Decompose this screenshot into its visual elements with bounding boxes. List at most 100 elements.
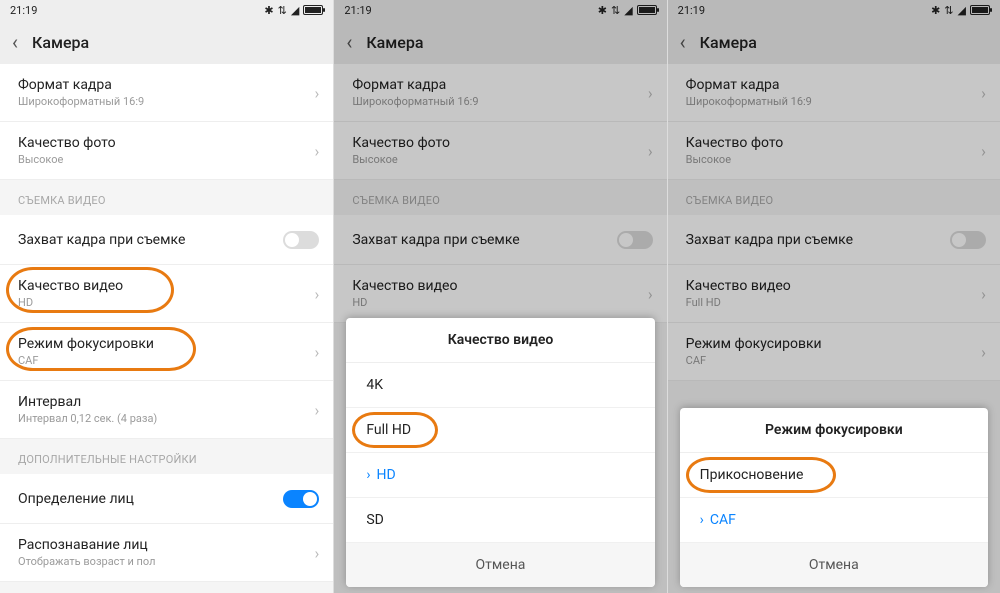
toggle-off-icon[interactable]: [283, 231, 319, 249]
dialog-option-caf[interactable]: ›CAF: [680, 498, 988, 543]
dialog-option-4k[interactable]: 4K: [346, 363, 654, 408]
status-bar: 21:19 ✱ ⇅ ◢: [668, 0, 1000, 20]
setting-photo-quality[interactable]: Качество фото Высокое ›: [0, 122, 333, 180]
dialog-option-sd[interactable]: SD: [346, 498, 654, 543]
setting-focus-mode[interactable]: Режим фокусировки CAF ›: [0, 323, 333, 381]
setting-label: Определение лиц: [18, 491, 299, 507]
setting-frame-format[interactable]: Формат кадра Широкоформатный 16:9 ›: [668, 64, 1000, 122]
section-header-extra: ДОПОЛНИТЕЛЬНЫЕ НАСТРОЙКИ: [0, 439, 333, 474]
setting-label: Качество видео: [352, 278, 632, 294]
setting-value: Отображать возраст и пол: [18, 555, 299, 568]
chevron-right-icon: ›: [315, 342, 320, 361]
setting-label: Формат кадра: [352, 77, 632, 93]
setting-label: Распознавание лиц: [18, 537, 299, 553]
battery-icon: [970, 5, 990, 15]
bluetooth-icon: ✱: [264, 4, 273, 17]
setting-photo-quality[interactable]: Качество фото Высокое ›: [334, 122, 666, 180]
phone-screen-1: 21:19 ✱ ⇅ ◢ ‹ Камера Формат кадра Широко…: [0, 0, 333, 593]
setting-interval[interactable]: Интервал Интервал 0,12 сек. (4 раза) ›: [0, 381, 333, 439]
status-time: 21:19: [678, 4, 705, 17]
setting-value: Full HD: [686, 296, 966, 309]
chevron-right-icon: ›: [981, 83, 986, 102]
setting-value: Широкоформатный 16:9: [352, 95, 632, 108]
setting-label: Захват кадра при съемке: [686, 232, 966, 248]
setting-value: Широкоформатный 16:9: [18, 95, 299, 108]
setting-label: Качество фото: [18, 135, 299, 151]
setting-video-quality[interactable]: Качество видео Full HD ›: [668, 265, 1000, 323]
phone-screen-3: 21:19 ✱ ⇅ ◢ ‹ Камера Формат кадра Широко…: [667, 0, 1000, 593]
setting-focus-mode[interactable]: Режим фокусировки CAF ›: [668, 323, 1000, 381]
dialog-option-label: CAF: [710, 512, 736, 528]
setting-face-detect[interactable]: Определение лиц: [0, 474, 333, 524]
page-title: Камера: [32, 33, 89, 52]
setting-value: HD: [352, 296, 632, 309]
setting-value: Высокое: [686, 153, 966, 166]
dialog-title: Режим фокусировки: [680, 408, 988, 453]
back-icon[interactable]: ‹: [12, 32, 18, 52]
setting-label: Качество фото: [352, 135, 632, 151]
setting-photo-quality[interactable]: Качество фото Высокое ›: [668, 122, 1000, 180]
dialog-option-hd[interactable]: ›HD: [346, 453, 654, 498]
bluetooth-icon: ✱: [931, 4, 940, 17]
status-time: 21:19: [344, 4, 371, 17]
setting-video-quality[interactable]: Качество видео HD ›: [0, 265, 333, 323]
signal-icon: ◢: [624, 4, 632, 17]
signal-icon: ◢: [958, 4, 966, 17]
setting-value: HD: [18, 296, 299, 309]
setting-label: Захват кадра при съемке: [352, 232, 632, 248]
setting-label: Качество видео: [18, 278, 299, 294]
setting-capture-frame[interactable]: Захват кадра при съемке: [0, 215, 333, 265]
chevron-right-icon: ›: [315, 284, 320, 303]
setting-label: Режим фокусировки: [18, 336, 299, 352]
page-title: Камера: [700, 33, 757, 52]
dialog-option-touch[interactable]: Прикосновение: [680, 453, 988, 498]
phone-screen-2: 21:19 ✱ ⇅ ◢ ‹ Камера Формат кадра Широко…: [333, 0, 666, 593]
setting-frame-format[interactable]: Формат кадра Широкоформатный 16:9 ›: [0, 64, 333, 122]
dialog-title: Качество видео: [346, 318, 654, 363]
setting-label: Захват кадра при съемке: [18, 232, 299, 248]
page-header: ‹ Камера: [0, 20, 333, 64]
chevron-right-icon: ›: [981, 141, 986, 160]
toggle-on-icon[interactable]: [283, 490, 319, 508]
setting-value: Высокое: [352, 153, 632, 166]
setting-face-recog[interactable]: Распознавание лиц Отображать возраст и п…: [0, 524, 333, 582]
dialog-option-label: Прикосновение: [700, 467, 804, 483]
chevron-right-icon: ›: [981, 284, 986, 303]
dialog-option-fullhd[interactable]: Full HD: [346, 408, 654, 453]
section-header-video: СЪЕМКА ВИДЕО: [334, 180, 666, 215]
chevron-right-icon: ›: [648, 141, 653, 160]
dialog-video-quality: Качество видео 4K Full HD ›HD SD Отмена: [346, 318, 654, 587]
battery-icon: [637, 5, 657, 15]
dialog-cancel-button[interactable]: Отмена: [346, 543, 654, 587]
setting-value: Высокое: [18, 153, 299, 166]
setting-value: CAF: [18, 354, 299, 367]
battery-icon: [303, 5, 323, 15]
setting-video-quality[interactable]: Качество видео HD ›: [334, 265, 666, 323]
setting-label: Интервал: [18, 394, 299, 410]
setting-value: CAF: [686, 354, 966, 367]
back-icon[interactable]: ‹: [346, 32, 352, 52]
section-header-video: СЪЕМКА ВИДЕО: [0, 180, 333, 215]
chevron-right-icon: ›: [315, 141, 320, 160]
setting-capture-frame[interactable]: Захват кадра при съемке: [668, 215, 1000, 265]
signal-icon: ◢: [291, 4, 299, 17]
settings-list: Формат кадра Широкоформатный 16:9 › Каче…: [0, 64, 333, 180]
setting-label: Качество видео: [686, 278, 966, 294]
setting-capture-frame[interactable]: Захват кадра при съемке: [334, 215, 666, 265]
page-header: ‹ Камера: [668, 20, 1000, 64]
data-icon: ⇅: [944, 4, 953, 17]
setting-label: Формат кадра: [18, 77, 299, 93]
setting-frame-format[interactable]: Формат кадра Широкоформатный 16:9 ›: [334, 64, 666, 122]
setting-value: Интервал 0,12 сек. (4 раза): [18, 412, 299, 425]
dialog-focus-mode: Режим фокусировки Прикосновение ›CAF Отм…: [680, 408, 988, 587]
status-time: 21:19: [10, 4, 37, 17]
bluetooth-icon: ✱: [598, 4, 607, 17]
toggle-off-icon[interactable]: [950, 231, 986, 249]
setting-label: Режим фокусировки: [686, 336, 966, 352]
dialog-cancel-button[interactable]: Отмена: [680, 543, 988, 587]
back-icon[interactable]: ‹: [680, 32, 686, 52]
toggle-off-icon[interactable]: [617, 231, 653, 249]
chevron-right-icon: ›: [648, 284, 653, 303]
status-bar: 21:19 ✱ ⇅ ◢: [334, 0, 666, 20]
data-icon: ⇅: [611, 4, 620, 17]
